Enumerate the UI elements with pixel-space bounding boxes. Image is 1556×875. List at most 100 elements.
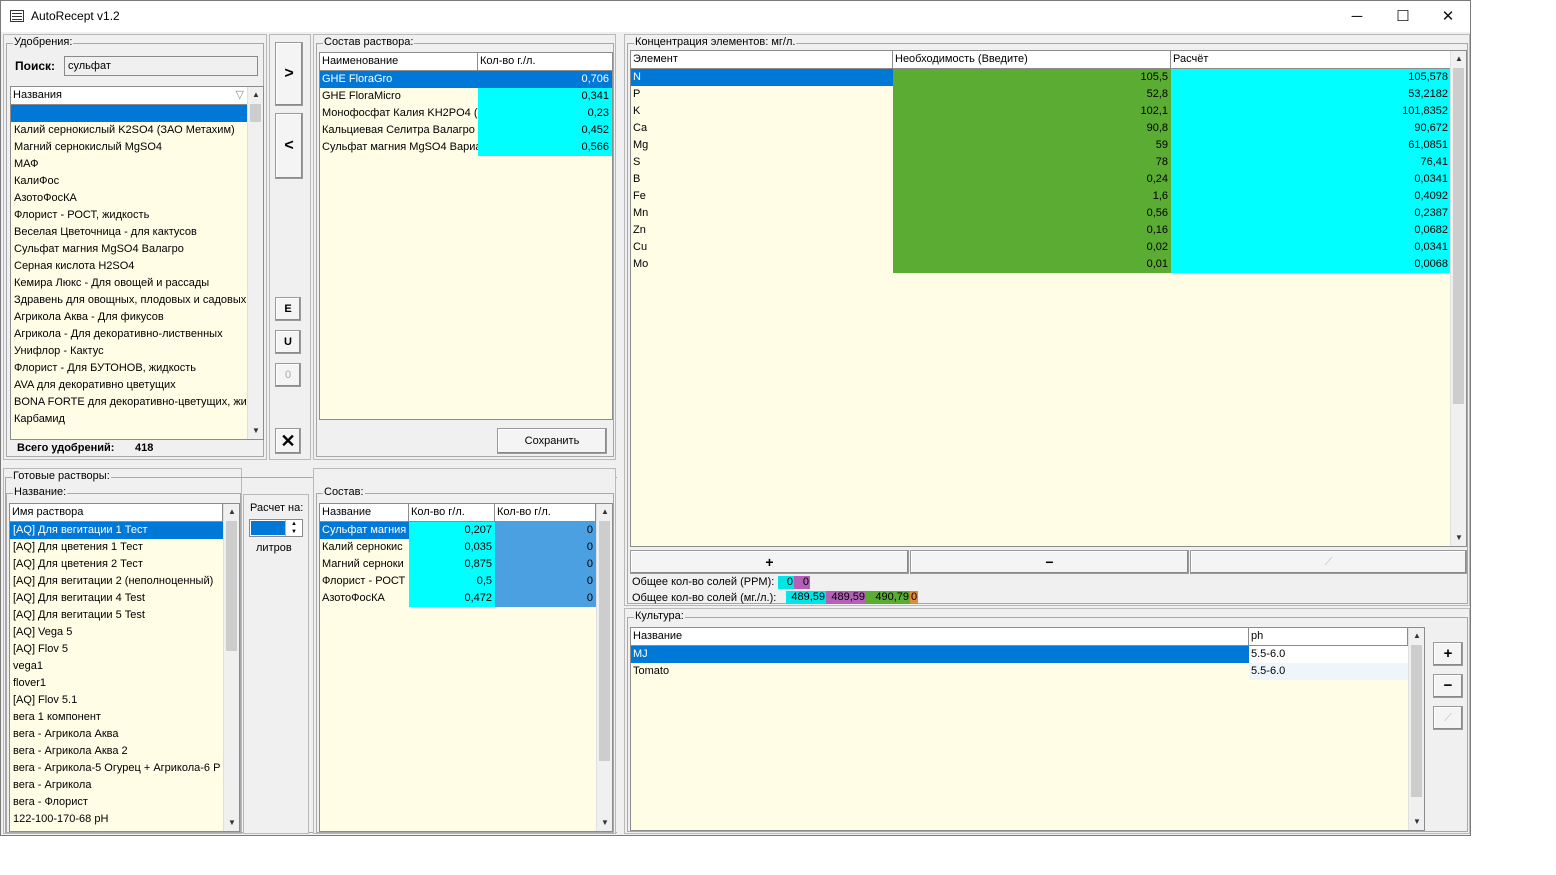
- scroll-up-icon[interactable]: ▲: [248, 87, 263, 103]
- column-header-names[interactable]: Названия ▽: [11, 87, 249, 104]
- fertilizers-list[interactable]: Названия ▽ Калий сернокислый K2SO4 (ЗАО …: [10, 86, 264, 440]
- component-amount-2[interactable]: 0: [495, 539, 596, 556]
- column-header-amount-1[interactable]: Кол-во г/л.: [409, 504, 495, 521]
- element-need[interactable]: 0,24: [893, 171, 1171, 188]
- liters-input[interactable]: [251, 521, 285, 535]
- clear-icon[interactable]: ✕: [275, 428, 301, 454]
- table-row[interactable]: P 52,8 53,2182: [631, 86, 1451, 103]
- scroll-thumb[interactable]: [250, 104, 261, 122]
- ready-solutions-list[interactable]: Имя раствора [AQ] Для вегитации 1 Тест [A…: [9, 503, 240, 832]
- table-row[interactable]: Tomato 5.5-6.0: [631, 663, 1408, 680]
- list-item[interactable]: Серная кислота H2SO4: [11, 258, 249, 275]
- list-item[interactable]: вега - Флорист: [10, 794, 223, 811]
- list-item[interactable]: вега - Агрикола Аква 2: [10, 743, 223, 760]
- element-need[interactable]: 0,02: [893, 239, 1171, 256]
- list-item[interactable]: Калий сернокислый K2SO4 (ЗАО Метахим): [11, 122, 249, 139]
- column-header-solution-name[interactable]: Имя раствора: [10, 504, 223, 521]
- culture-table[interactable]: Название ph MJ 5.5-6.0 Tomato 5.5-6.0 ▲ ▼: [630, 627, 1425, 831]
- component-amount-2[interactable]: 0: [495, 556, 596, 573]
- table-row[interactable]: Флорист - РОСТ 0,5 0: [320, 573, 596, 590]
- fertilizer-amount[interactable]: 0,341: [478, 88, 612, 105]
- list-item[interactable]: вега - Агрикола-5 Огурец + Агрикола-6 Р: [10, 760, 223, 777]
- list-item[interactable]: Магний сернокислый MgSO4: [11, 139, 249, 156]
- search-input[interactable]: сульфат: [64, 56, 258, 76]
- list-item[interactable]: Сульфат магния MgSO4 Валагро: [11, 241, 249, 258]
- edit-culture-button[interactable]: ⟋: [1433, 706, 1463, 730]
- list-item[interactable]: [AQ] Для вегитации 1 Тест: [10, 522, 223, 539]
- table-row[interactable]: S 78 76,41: [631, 154, 1451, 171]
- column-header-ph[interactable]: ph: [1249, 628, 1408, 645]
- list-item[interactable]: Веселая Цветочница - для кактусов: [11, 224, 249, 241]
- list-item[interactable]: Агрикола Аква - Для фикусов: [11, 309, 249, 326]
- table-row[interactable]: MJ 5.5-6.0: [631, 646, 1408, 663]
- component-amount-1[interactable]: 0,035: [409, 539, 495, 556]
- list-item[interactable]: вега - Агрикола: [10, 777, 223, 794]
- element-need[interactable]: 105,5: [893, 69, 1171, 86]
- fertilizers-scrollbar[interactable]: ▲ ▼: [247, 87, 263, 439]
- table-row[interactable]: АзотоФосКА 0,472 0: [320, 590, 596, 607]
- composition-table[interactable]: Наименование Кол-во г./л. GHE FloraGro 0,…: [319, 52, 613, 420]
- list-item[interactable]: AVA для декоративно цветущих: [11, 377, 249, 394]
- list-item[interactable]: [AQ] Для вегитации 5 Test: [10, 607, 223, 624]
- list-item[interactable]: vega1: [10, 658, 223, 675]
- table-row[interactable]: Ca 90,8 90,672: [631, 120, 1451, 137]
- zero-button[interactable]: 0: [275, 363, 301, 387]
- add-element-button[interactable]: +: [630, 550, 909, 574]
- table-row[interactable]: Сульфат магния MgSO4 Вариа 0,566: [320, 139, 612, 156]
- scroll-down-icon[interactable]: ▼: [248, 423, 263, 439]
- column-header-amount-2[interactable]: Кол-во г/л.: [495, 504, 596, 521]
- component-amount-2[interactable]: 0: [495, 590, 596, 607]
- list-item[interactable]: [AQ] Vega 5: [10, 624, 223, 641]
- element-need[interactable]: 59: [893, 137, 1171, 154]
- liters-spinner[interactable]: ▲ ▼: [249, 519, 303, 537]
- element-need[interactable]: 52,8: [893, 86, 1171, 103]
- scroll-up-icon[interactable]: ▲: [597, 504, 612, 520]
- fertilizer-amount[interactable]: 0,566: [478, 139, 612, 156]
- list-item[interactable]: Карбамид: [11, 411, 249, 428]
- ready-composition-table[interactable]: Название Кол-во г/л. Кол-во г/л. Сульфат…: [319, 503, 613, 832]
- list-item[interactable]: flover1: [10, 675, 223, 692]
- element-need[interactable]: 0,16: [893, 222, 1171, 239]
- component-amount-1[interactable]: 0,472: [409, 590, 495, 607]
- scroll-down-icon[interactable]: ▼: [1451, 530, 1466, 546]
- culture-ph[interactable]: 5.5-6.0: [1249, 646, 1408, 663]
- component-amount-1[interactable]: 0,875: [409, 556, 495, 573]
- list-item[interactable]: [AQ] Для цветения 1 Тест: [10, 539, 223, 556]
- table-row[interactable]: Кальциевая Селитра Валагро 0,452: [320, 122, 612, 139]
- scroll-down-icon[interactable]: ▼: [597, 815, 612, 831]
- component-amount-2[interactable]: 0: [495, 522, 596, 539]
- element-need[interactable]: 90,8: [893, 120, 1171, 137]
- element-need[interactable]: 102,1: [893, 103, 1171, 120]
- add-culture-button[interactable]: +: [1433, 642, 1463, 666]
- u-button[interactable]: U: [275, 330, 301, 354]
- minimize-button[interactable]: ─: [1334, 1, 1380, 32]
- list-item[interactable]: Флорист - Для БУТОНОВ, жидкость: [11, 360, 249, 377]
- element-need[interactable]: 0,01: [893, 256, 1171, 273]
- column-header-name[interactable]: Название: [320, 504, 409, 521]
- scroll-thumb[interactable]: [1453, 68, 1464, 404]
- element-need[interactable]: 0,56: [893, 205, 1171, 222]
- list-item[interactable]: АзотоФосКА: [11, 190, 249, 207]
- filter-icon[interactable]: ▽: [236, 87, 244, 104]
- scroll-up-icon[interactable]: ▲: [1409, 628, 1424, 644]
- table-row[interactable]: Mg 59 61,0851: [631, 137, 1451, 154]
- fertilizer-amount[interactable]: 0,706: [478, 71, 612, 88]
- component-amount-2[interactable]: 0: [495, 573, 596, 590]
- scroll-down-icon[interactable]: ▼: [1409, 814, 1424, 830]
- scroll-down-icon[interactable]: ▼: [224, 815, 239, 831]
- list-item[interactable]: КалиФос: [11, 173, 249, 190]
- column-header-culture-name[interactable]: Название: [631, 628, 1249, 645]
- column-header-amount[interactable]: Кол-во г./л.: [478, 53, 612, 70]
- table-row[interactable]: Магний серноки 0,875 0: [320, 556, 596, 573]
- remove-element-button[interactable]: −: [910, 550, 1189, 574]
- fertilizer-amount[interactable]: 0,23: [478, 105, 612, 122]
- list-item[interactable]: Унифлор - Кактус: [11, 343, 249, 360]
- element-need[interactable]: 1,6: [893, 188, 1171, 205]
- list-item[interactable]: BONA FORTE для декоративно-цветущих, жид: [11, 394, 253, 411]
- list-item[interactable]: 122-100-170-68 pH: [10, 811, 223, 828]
- component-amount-1[interactable]: 0,5: [409, 573, 495, 590]
- edit-element-button[interactable]: ⟋: [1190, 550, 1467, 574]
- scroll-up-icon[interactable]: ▲: [1451, 51, 1466, 67]
- table-row[interactable]: Mn 0,56 0,2387: [631, 205, 1451, 222]
- list-item[interactable]: Кемира Люкс - Для овощей и рассады: [11, 275, 249, 292]
